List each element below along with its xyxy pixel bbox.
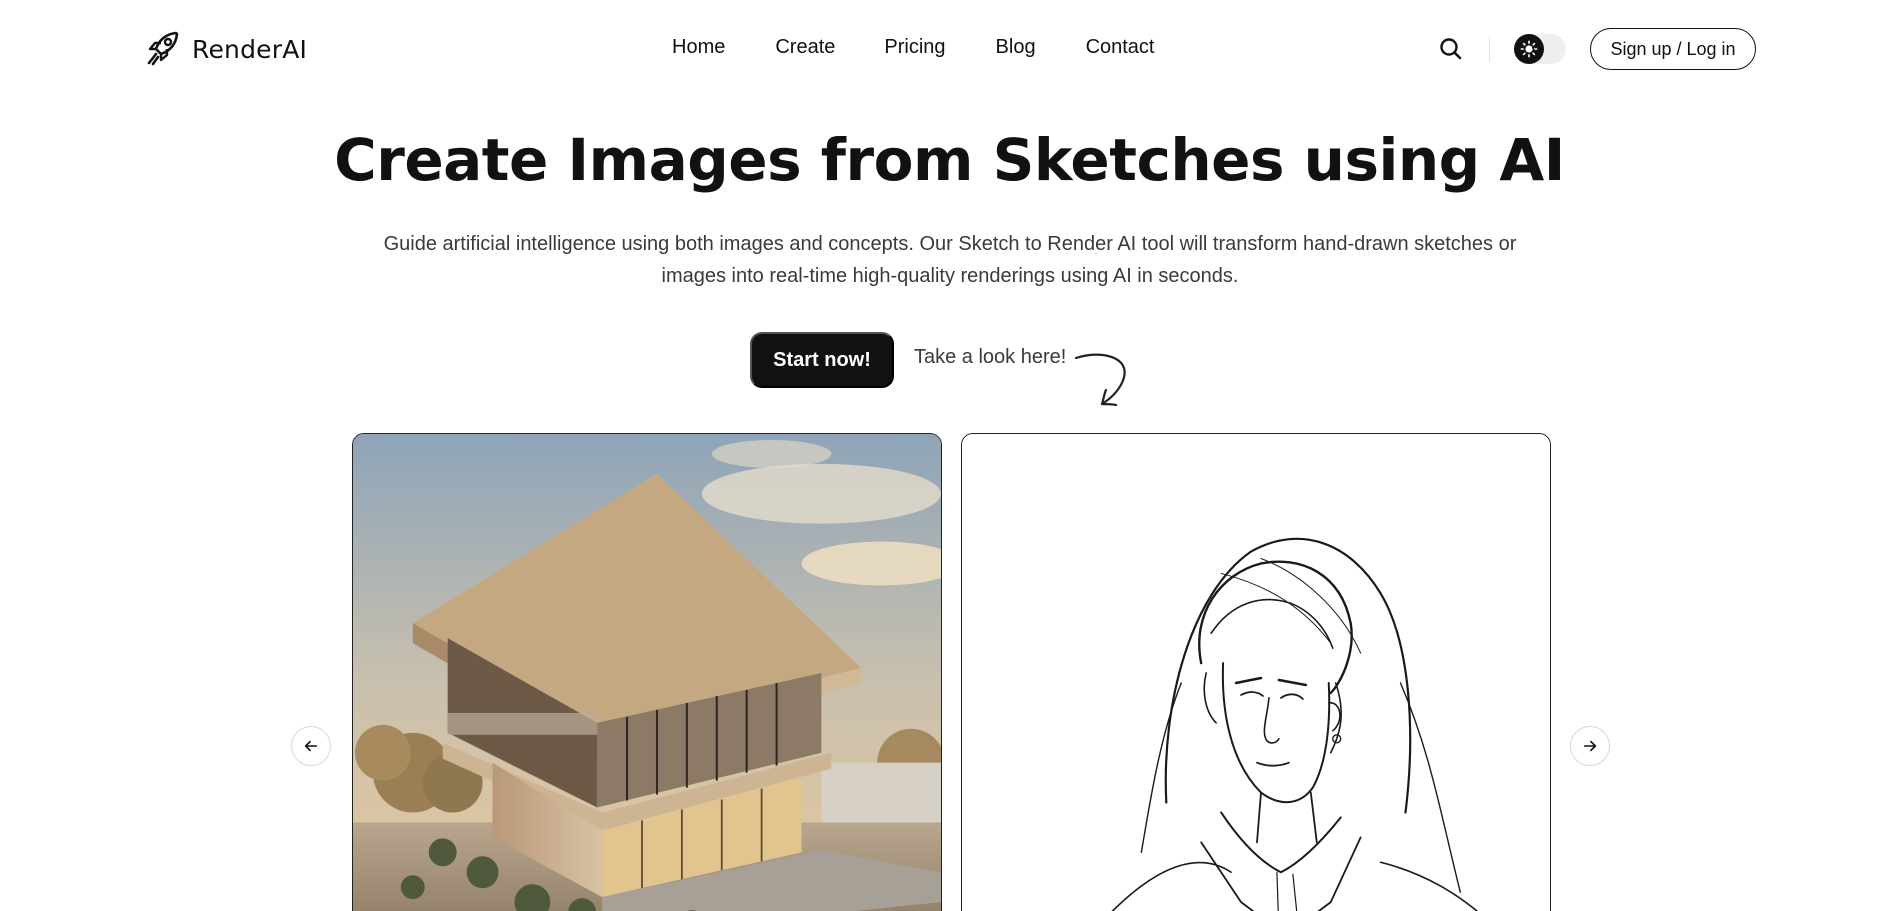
take-a-look-label: Take a look here! bbox=[914, 346, 1067, 368]
carousel-next-button[interactable] bbox=[1570, 726, 1610, 766]
nav-pricing[interactable]: Pricing bbox=[884, 36, 945, 59]
arrow-left-icon bbox=[304, 740, 318, 752]
arrow-right-icon bbox=[1583, 740, 1597, 752]
curved-arrow-icon bbox=[1074, 353, 1126, 407]
theme-toggle[interactable] bbox=[1514, 34, 1566, 64]
start-now-button[interactable]: Start now! bbox=[750, 332, 894, 388]
modern-house-render-image bbox=[353, 434, 941, 911]
hooded-character-sketch-image bbox=[962, 434, 1550, 911]
search-button[interactable] bbox=[1438, 36, 1464, 62]
nav-create[interactable]: Create bbox=[775, 36, 835, 59]
sun-icon bbox=[1520, 40, 1538, 58]
hero-subtitle: Guide artificial intelligence using both… bbox=[383, 233, 1517, 287]
rocket-icon bbox=[147, 31, 179, 66]
brand-name: RenderAI bbox=[192, 34, 308, 64]
main-nav: Home Create Pricing Blog Contact bbox=[672, 36, 1155, 59]
sketch-image-card[interactable] bbox=[961, 433, 1551, 911]
header-divider bbox=[1489, 36, 1490, 62]
page-title: Create Images from Sketches using AI bbox=[334, 126, 1565, 194]
search-icon bbox=[1440, 38, 1462, 60]
brand-logo[interactable]: RenderAI bbox=[146, 30, 307, 68]
site-header: RenderAI Home Create Pricing Blog Contac… bbox=[0, 0, 1899, 98]
nav-blog[interactable]: Blog bbox=[996, 36, 1036, 59]
render-image-card[interactable] bbox=[352, 433, 942, 911]
toggle-knob bbox=[1514, 34, 1544, 64]
nav-home[interactable]: Home bbox=[672, 36, 725, 59]
nav-contact[interactable]: Contact bbox=[1086, 36, 1155, 59]
carousel-prev-button[interactable] bbox=[291, 726, 331, 766]
signup-login-button[interactable]: Sign up / Log in bbox=[1590, 28, 1756, 70]
